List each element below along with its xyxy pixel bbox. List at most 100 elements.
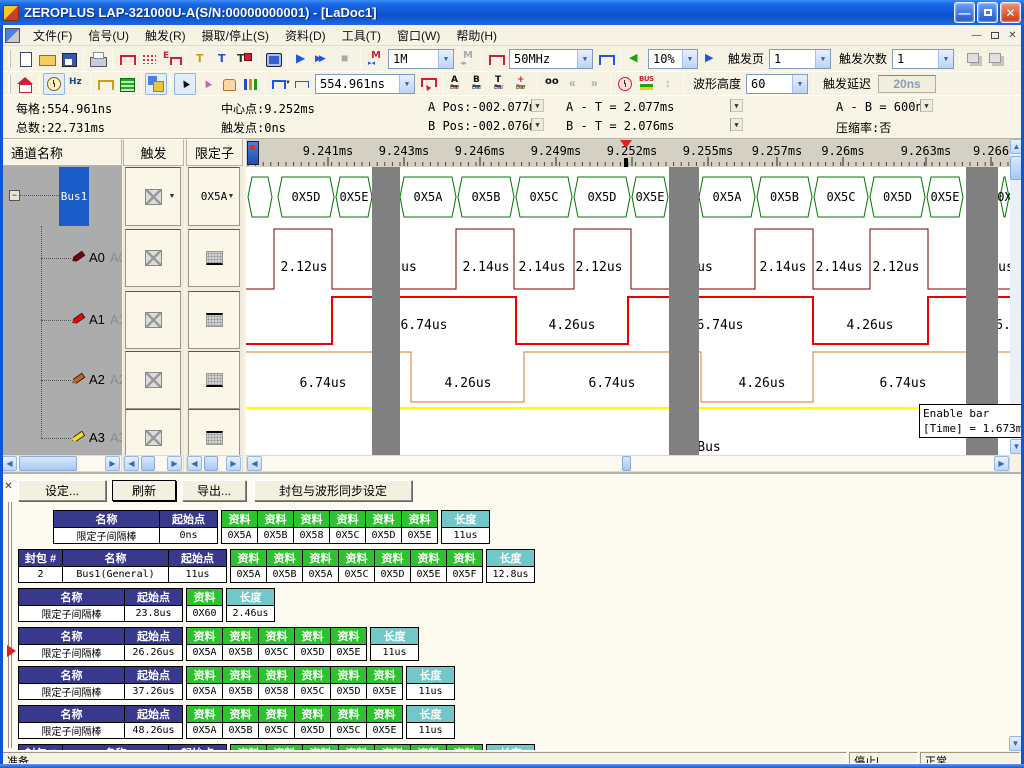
run-icon[interactable] (291, 48, 313, 70)
cursor-pink-icon[interactable] (196, 73, 218, 95)
qualifier-state-box[interactable] (206, 313, 223, 327)
a-t-dropdown[interactable]: ▼ (730, 99, 743, 112)
probe-a-icon[interactable] (189, 48, 211, 70)
channel-row-A2[interactable]: A2A2 (2, 351, 122, 409)
rate-red-icon[interactable] (485, 48, 507, 70)
jump-right-icon[interactable] (585, 73, 607, 95)
dropdown-icon[interactable]: ▼ (815, 50, 830, 68)
edit-cell[interactable] (188, 291, 240, 349)
stack-b-icon[interactable] (985, 48, 1007, 70)
dropdown-icon[interactable]: ▼ (792, 75, 807, 93)
qualifier-state-box[interactable] (206, 373, 223, 387)
enable-bar-disabled-region[interactable] (372, 167, 400, 455)
scroll-left-icon[interactable]: ◀ (2, 456, 17, 471)
zoom-out-arrow-icon[interactable] (624, 48, 646, 70)
interval-combo[interactable]: 554.961ns▼ (315, 74, 415, 94)
a-pos-dropdown[interactable]: ▼ (531, 99, 544, 112)
dropdown-icon[interactable]: ▼ (438, 50, 453, 68)
mdi-close-button[interactable]: ✕ (1004, 28, 1021, 43)
a-b-dropdown[interactable]: ▼ (920, 99, 933, 112)
pen-color-icon[interactable] (71, 373, 86, 386)
menu-item-1[interactable]: 信号(U) (80, 25, 137, 46)
splitter[interactable] (8, 502, 9, 748)
packet-table-2[interactable]: 名称起始点限定子间隔棒23.8us资料0X60长度2.46us (18, 588, 275, 622)
sample-rate-combo[interactable]: 50MHz▼ (509, 49, 593, 69)
find-icon[interactable] (541, 73, 563, 95)
zoom-combo[interactable]: 10%▼ (648, 49, 698, 69)
dont-care-box[interactable] (145, 430, 162, 446)
trigger-count-combo[interactable]: 1▼ (892, 49, 954, 69)
menu-item-7[interactable]: 帮助(H) (448, 25, 505, 46)
dont-care-box[interactable] (145, 312, 162, 328)
edit-cell[interactable]: ▼ (125, 167, 181, 226)
hand-icon[interactable] (218, 73, 240, 95)
packet-table-0[interactable]: 名称起始点限定子间隔棒0ns资料资料资料资料资料资料0X5A0X5B0X580X… (53, 510, 490, 544)
channel-row-A1[interactable]: A1A1 (2, 291, 122, 349)
capture-e-icon[interactable] (160, 48, 182, 70)
bus1-channel-item[interactable]: Bus1 (59, 167, 89, 226)
menu-item-5[interactable]: 工具(T) (334, 25, 389, 46)
waveform-area[interactable]: 9.241ms9.243ms9.246ms9.249ms9.252ms9.255… (246, 139, 1010, 455)
menu-item-6[interactable]: 窗口(W) (389, 25, 448, 46)
bar-a-icon[interactable] (446, 73, 468, 95)
edit-cell[interactable]: 0X5A▼ (188, 167, 240, 226)
home-icon[interactable] (14, 73, 36, 95)
dropdown-icon[interactable]: ▼ (166, 190, 178, 204)
roll-icon[interactable] (262, 48, 284, 70)
rate-blue-icon[interactable] (595, 48, 617, 70)
probe-t-icon[interactable] (211, 48, 233, 70)
dropdown-icon[interactable]: ▼ (577, 50, 592, 68)
menu-item-3[interactable]: 摄取/停止(S) (194, 25, 277, 46)
open-icon[interactable] (36, 48, 58, 70)
bar-b-icon[interactable] (468, 73, 490, 95)
edit-cell[interactable] (188, 409, 240, 455)
scroll-thumb[interactable] (141, 456, 155, 471)
menu-item-2[interactable]: 触发(R) (137, 25, 194, 46)
edit-cell[interactable] (125, 409, 181, 455)
dropdown-icon[interactable]: ▼ (399, 75, 414, 93)
maximize-button[interactable] (977, 2, 998, 23)
refresh-button[interactable]: 刷新 (112, 480, 176, 501)
packet-table-3[interactable]: 名称起始点限定子间隔棒26.26us资料资料资料资料资料0X5A0X5B0X5C… (18, 627, 419, 661)
toolbar-handle[interactable] (8, 50, 11, 68)
dont-care-box[interactable] (145, 189, 162, 205)
trigger-page-combo[interactable]: 1▼ (769, 49, 831, 69)
wave-arrow-icon[interactable] (417, 73, 439, 95)
scroll-right-icon[interactable]: ▶ (105, 456, 120, 471)
b-t-dropdown[interactable]: ▼ (730, 118, 743, 131)
packet-table-4[interactable]: 名称起始点限定子间隔棒37.26us资料资料资料资料资料资料0X5A0X5B0X… (18, 666, 455, 700)
scroll-thumb[interactable] (19, 456, 77, 471)
print-icon[interactable] (87, 48, 109, 70)
edit-cell[interactable] (188, 229, 240, 287)
edit-cell[interactable] (125, 229, 181, 287)
grid-green-icon[interactable] (116, 73, 138, 95)
timer-red-icon[interactable] (614, 73, 636, 95)
mdi-restore-button[interactable] (986, 28, 1003, 43)
pen-color-icon[interactable] (71, 313, 86, 326)
zoom-in-arrow-icon[interactable] (700, 48, 722, 70)
histogram-icon[interactable] (240, 73, 262, 95)
stop-icon[interactable] (335, 48, 357, 70)
pen-color-icon[interactable] (71, 251, 86, 264)
capture-wave-icon[interactable] (116, 48, 138, 70)
hz-icon[interactable] (65, 73, 87, 95)
probe-plus-icon[interactable] (233, 48, 255, 70)
scroll-thumb[interactable] (622, 456, 631, 471)
menu-item-0[interactable]: 文件(F) (25, 25, 80, 46)
capture-dots-icon[interactable] (138, 48, 160, 70)
clock-icon[interactable] (43, 73, 65, 95)
channel-row-A0[interactable]: A0A0 (2, 229, 122, 287)
cursor-icon[interactable] (174, 73, 196, 95)
edit-cell[interactable] (125, 291, 181, 349)
packet-wave-sync-button[interactable]: 封包与波形同步设定 (254, 480, 412, 501)
goto-trigger-icon[interactable] (247, 141, 259, 165)
packet-table-5[interactable]: 名称起始点限定子间隔棒48.26us资料资料资料资料资料资料0X5A0X5B0X… (18, 705, 455, 739)
zigzag-icon[interactable] (291, 73, 313, 95)
qualifier-state-box[interactable] (206, 431, 223, 445)
scroll-right-icon[interactable]: ▶ (994, 456, 1009, 471)
minimize-button[interactable]: — (954, 2, 975, 23)
close-button[interactable]: ✕ (1000, 2, 1021, 23)
b-pos-dropdown[interactable]: ▼ (531, 118, 544, 131)
scroll-left-icon[interactable]: ◀ (124, 456, 139, 471)
wave-yellow-icon[interactable] (94, 73, 116, 95)
